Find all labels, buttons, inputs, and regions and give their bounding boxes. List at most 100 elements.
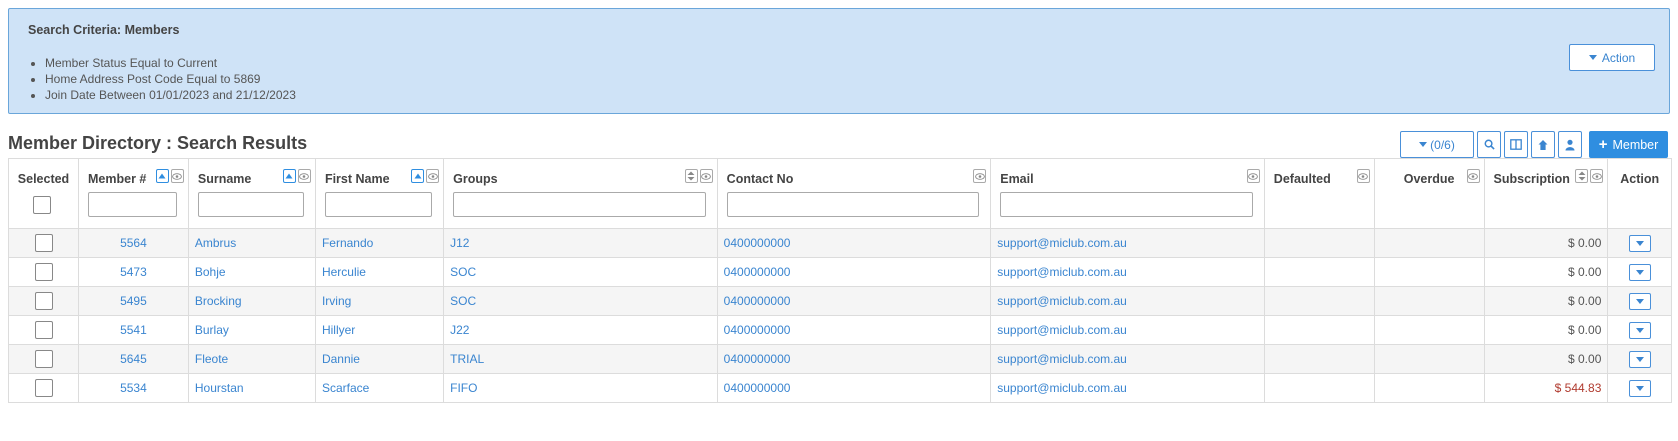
surname-link[interactable]: Brocking <box>187 286 316 316</box>
sort-ascending-icon[interactable] <box>155 169 169 183</box>
surname-link[interactable]: Fleote <box>187 344 316 374</box>
group-link[interactable]: J12 <box>443 228 718 258</box>
row-select-checkbox[interactable] <box>34 321 53 339</box>
first-name-link[interactable]: Hillyer <box>314 315 445 345</box>
contact-no-link[interactable]: 0400000000 <box>716 286 992 316</box>
row-action-dropdown[interactable] <box>1628 321 1651 339</box>
defaulted-cell <box>1263 344 1375 374</box>
group-link[interactable]: J22 <box>443 315 718 345</box>
criteria-item: Member Status Equal to Current <box>45 55 296 71</box>
column-header-overdue: Overdue <box>1373 158 1485 229</box>
caret-down-icon <box>1635 327 1644 333</box>
export-button[interactable] <box>1531 131 1555 158</box>
member-no-filter-input[interactable] <box>88 192 177 217</box>
eye-icon[interactable] <box>297 169 311 183</box>
row-select-checkbox[interactable] <box>34 263 53 281</box>
email-filter-input[interactable] <box>1000 192 1253 217</box>
subscription-amount: $ 0.00 <box>1483 257 1609 287</box>
subscription-amount: $ 0.00 <box>1483 315 1609 345</box>
search-button[interactable] <box>1477 131 1501 158</box>
row-select-checkbox[interactable] <box>34 292 53 310</box>
group-link[interactable]: TRIAL <box>443 344 718 374</box>
table-row: 5495 Brocking Irving SOC 0400000000 supp… <box>8 286 1672 316</box>
first-name-link[interactable]: Herculie <box>314 257 445 287</box>
overdue-cell <box>1373 257 1485 287</box>
sort-icon[interactable] <box>1575 169 1589 183</box>
email-link[interactable]: support@miclub.com.au <box>990 257 1265 287</box>
email-link[interactable]: support@miclub.com.au <box>990 286 1265 316</box>
subscription-amount: $ 544.83 <box>1483 373 1609 403</box>
eye-icon[interactable] <box>1356 169 1370 183</box>
email-link[interactable]: support@miclub.com.au <box>990 344 1265 374</box>
contact-no-filter-input[interactable] <box>726 192 980 217</box>
group-link[interactable]: FIFO <box>443 373 718 403</box>
column-header-action: Action <box>1607 158 1672 229</box>
surname-link[interactable]: Bohje <box>187 257 316 287</box>
criteria-list: Member Status Equal to Current Home Addr… <box>25 55 296 103</box>
contact-no-link[interactable]: 0400000000 <box>716 373 992 403</box>
surname-link[interactable]: Hourstan <box>187 373 316 403</box>
member-no-link[interactable]: 5564 <box>78 228 189 258</box>
select-all-checkbox[interactable] <box>33 196 51 214</box>
column-header-selected: Selected <box>8 158 79 229</box>
surname-link[interactable]: Ambrus <box>187 228 316 258</box>
first-name-link[interactable]: Dannie <box>314 344 445 374</box>
row-action-dropdown[interactable] <box>1628 350 1651 368</box>
caret-down-icon <box>1635 356 1644 362</box>
contact-no-link[interactable]: 0400000000 <box>716 315 992 345</box>
user-button[interactable] <box>1558 131 1582 158</box>
row-select-checkbox[interactable] <box>34 234 53 252</box>
columns-button[interactable] <box>1504 131 1528 158</box>
first-name-link[interactable]: Irving <box>314 286 445 316</box>
sort-ascending-icon[interactable] <box>282 169 296 183</box>
sort-ascending-icon[interactable] <box>411 169 425 183</box>
row-select-checkbox[interactable] <box>34 379 53 397</box>
groups-filter-input[interactable] <box>453 192 706 217</box>
overdue-cell <box>1373 286 1485 316</box>
eye-icon[interactable] <box>973 169 987 183</box>
row-action-dropdown[interactable] <box>1628 263 1651 281</box>
member-no-link[interactable]: 5495 <box>78 286 189 316</box>
email-link[interactable]: support@miclub.com.au <box>990 228 1265 258</box>
eye-icon[interactable] <box>1246 169 1260 183</box>
overdue-cell <box>1373 344 1485 374</box>
column-header-contact-no: Contact No <box>716 158 992 229</box>
add-member-button[interactable]: + Member <box>1589 131 1668 158</box>
email-link[interactable]: support@miclub.com.au <box>990 373 1265 403</box>
first-name-filter-input[interactable] <box>324 192 433 217</box>
eye-icon[interactable] <box>170 169 184 183</box>
row-select-checkbox[interactable] <box>34 350 53 368</box>
email-link[interactable]: support@miclub.com.au <box>990 315 1265 345</box>
caret-down-icon <box>1635 269 1644 275</box>
group-link[interactable]: SOC <box>443 286 718 316</box>
contact-no-link[interactable]: 0400000000 <box>716 344 992 374</box>
member-no-link[interactable]: 5541 <box>78 315 189 345</box>
row-action-dropdown[interactable] <box>1628 292 1651 310</box>
sort-icon[interactable] <box>684 169 698 183</box>
surname-link[interactable]: Burlay <box>187 315 316 345</box>
eye-icon[interactable] <box>1466 169 1480 183</box>
first-name-link[interactable]: Fernando <box>314 228 445 258</box>
table-row: 5564 Ambrus Fernando J12 0400000000 supp… <box>8 228 1672 258</box>
eye-icon[interactable] <box>699 169 713 183</box>
column-label: Selected <box>17 172 70 186</box>
member-no-link[interactable]: 5645 <box>78 344 189 374</box>
results-toolbar: (0/6) + Member <box>1400 131 1668 158</box>
table-row: 5645 Fleote Dannie TRIAL 0400000000 supp… <box>8 344 1672 374</box>
member-no-link[interactable]: 5534 <box>78 373 189 403</box>
row-action-dropdown[interactable] <box>1628 234 1651 252</box>
eye-icon[interactable] <box>1590 169 1604 183</box>
row-action-dropdown[interactable] <box>1628 379 1651 397</box>
defaulted-cell <box>1263 257 1375 287</box>
first-name-link[interactable]: Scarface <box>314 373 445 403</box>
criteria-action-button[interactable]: Action <box>1569 44 1655 71</box>
selection-dropdown-button[interactable]: (0/6) <box>1400 131 1474 158</box>
overdue-cell <box>1373 315 1485 345</box>
member-no-link[interactable]: 5473 <box>78 257 189 287</box>
arrow-up-icon <box>1538 139 1548 150</box>
contact-no-link[interactable]: 0400000000 <box>716 228 992 258</box>
contact-no-link[interactable]: 0400000000 <box>716 257 992 287</box>
surname-filter-input[interactable] <box>197 192 304 217</box>
eye-icon[interactable] <box>426 169 440 183</box>
group-link[interactable]: SOC <box>443 257 718 287</box>
